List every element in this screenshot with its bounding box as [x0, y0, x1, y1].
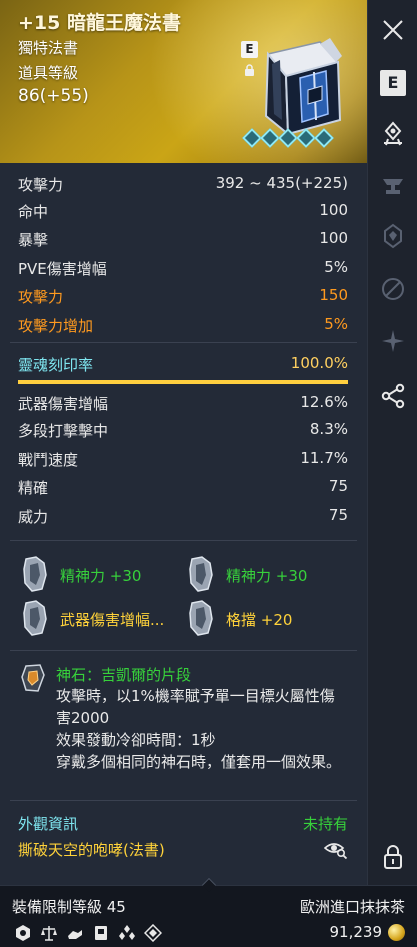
- gem-slot-icon: [260, 128, 280, 148]
- divider: [10, 342, 357, 343]
- soul-engrave-value: 100.0%: [290, 354, 348, 372]
- stat-row: 攻擊力 392 ~ 435(+225): [18, 170, 348, 196]
- stat-value: 75: [328, 477, 348, 495]
- soul-engrave-bar: [18, 380, 348, 384]
- price-value: 91,239: [329, 923, 383, 941]
- diamond-outline-icon: [144, 924, 162, 942]
- godstone-icon: [21, 664, 45, 692]
- soul-engrave-row: 靈魂刻印率 100.0%: [18, 350, 348, 376]
- stat-label: 精確: [18, 479, 49, 497]
- manastone-icon: [23, 600, 47, 636]
- stat-label: 攻擊力: [18, 288, 64, 306]
- godstone-desc-text: 攻擊時，以1%機率賦予單一目標火屬性傷害2000 效果發動冷卻時間：1秒 穿戴多…: [56, 687, 342, 771]
- equip-level-requirement: 裝備限制等級 45: [12, 898, 126, 916]
- stat-row-bonus: 攻擊力增加 5%: [18, 311, 348, 337]
- stat-value: 100: [319, 229, 348, 247]
- gem-slot-icon: [242, 128, 262, 148]
- sparkle-icon[interactable]: [380, 328, 406, 354]
- manastone-icon: [189, 600, 213, 636]
- manastone-icon: [189, 556, 213, 592]
- soul-engrave-label: 靈魂刻印率: [18, 356, 94, 374]
- hand-icon: [68, 930, 82, 939]
- appearance-status: 未持有: [302, 815, 348, 833]
- stat-row: 暴擊 100: [18, 225, 348, 251]
- godstone-title: 神石：吉凱爾的片段: [56, 666, 192, 684]
- stat-value: 11.7%: [300, 449, 348, 467]
- engrave-button[interactable]: E: [380, 70, 406, 96]
- sub-stat-row: 武器傷害增幅 12.6%: [18, 389, 348, 415]
- restriction-icons: [14, 924, 162, 942]
- anvil-icon[interactable]: [380, 172, 406, 198]
- stat-label: 攻擊力增加: [18, 317, 94, 335]
- tooltip-footer: 裝備限制等級 45 歐洲進口抹抹茶 91,239: [0, 877, 417, 947]
- soul-engrave-icon[interactable]: [380, 121, 406, 147]
- divider: [10, 800, 357, 801]
- appearance-label: 外觀資訊: [18, 815, 79, 833]
- stat-value: 8.3%: [309, 420, 348, 438]
- item-tooltip-panel: +15 暗龍王魔法書 獨特法書 道具等級 86(+55) E 攻擊力 392 ~…: [0, 0, 367, 885]
- stat-row: PVE傷害增幅 5%: [18, 254, 348, 280]
- bonus-text: 格擋 +20: [226, 611, 293, 629]
- close-icon[interactable]: [380, 17, 406, 43]
- sub-stat-row: 精確 75: [18, 473, 348, 499]
- stat-label: 威力: [18, 508, 49, 526]
- gem-cluster-icon: [119, 925, 135, 940]
- divider: [10, 540, 357, 541]
- appearance-row: 外觀資訊 未持有: [18, 809, 348, 835]
- preview-button[interactable]: [323, 839, 348, 863]
- coin-icon: [388, 923, 405, 941]
- stat-value: 150: [319, 286, 348, 304]
- book-icon: [95, 926, 107, 940]
- stat-label: 多段打擊擊中: [18, 422, 109, 440]
- divider: [10, 650, 357, 651]
- soul-engrave-bar-fill: [18, 380, 348, 384]
- bonus-text: 精神力 +30: [60, 567, 142, 585]
- stat-label: 戰鬥速度: [18, 451, 79, 469]
- bonus-text: 武器傷害增幅...: [60, 611, 165, 629]
- stat-row: 命中 100: [18, 197, 348, 223]
- sub-stat-row: 多段打擊擊中 8.3%: [18, 416, 348, 442]
- item-header: +15 暗龍王魔法書 獨特法書 道具等級 86(+55) E: [0, 0, 367, 163]
- manastone-icon: [23, 556, 47, 592]
- item-level-value: 86(+55): [18, 86, 89, 106]
- item-rarity: 獨特法書: [18, 39, 79, 57]
- action-sidebar: E: [367, 0, 417, 885]
- scale-icon: [41, 926, 57, 941]
- stat-label: 武器傷害增幅: [18, 395, 109, 413]
- stat-label: 攻擊力: [18, 176, 64, 194]
- share-icon[interactable]: [380, 383, 406, 409]
- sub-stat-row: 威力 75: [18, 502, 348, 528]
- stat-label: 暴擊: [18, 231, 49, 249]
- stat-label: 命中: [18, 203, 49, 221]
- stat-value: 5%: [324, 315, 348, 333]
- gem-slot-icon: [296, 128, 316, 148]
- lock-icon[interactable]: [380, 844, 406, 870]
- appearance-skin-row: 撕破天空的咆哮(法書): [18, 835, 348, 861]
- gem-slots: [242, 128, 334, 148]
- stat-value: 100: [319, 201, 348, 219]
- gem-slot-icon: [278, 128, 298, 148]
- appearance-skin-name: 撕破天空的咆哮(法書): [18, 841, 165, 859]
- class-emblem-icon: [16, 925, 30, 941]
- godstone-description: 攻擊時，以1%機率賦予單一目標火屬性傷害2000 效果發動冷卻時間：1秒 穿戴多…: [56, 685, 348, 773]
- seller-name: 歐洲進口抹抹茶: [299, 898, 405, 916]
- bonus-text: 精神力 +30: [226, 567, 308, 585]
- eye-preview-icon: [323, 843, 348, 860]
- price: 91,239: [329, 923, 405, 941]
- item-level-label: 道具等級: [18, 64, 79, 82]
- item-name: +15 暗龍王魔法書: [18, 12, 181, 34]
- stat-value: 392 ~ 435(+225): [215, 174, 348, 192]
- stat-row-bonus: 攻擊力 150: [18, 282, 348, 308]
- enchant-stone-icon[interactable]: [380, 223, 406, 249]
- stat-value: 75: [328, 506, 348, 524]
- sub-stat-row: 戰鬥速度 11.7%: [18, 445, 348, 471]
- gem-slot-icon: [314, 128, 334, 148]
- disable-icon[interactable]: [380, 276, 406, 302]
- stat-label: PVE傷害增幅: [18, 260, 107, 278]
- stat-value: 5%: [324, 258, 348, 276]
- magic-book-icon: [264, 38, 342, 137]
- stat-value: 12.6%: [300, 393, 348, 411]
